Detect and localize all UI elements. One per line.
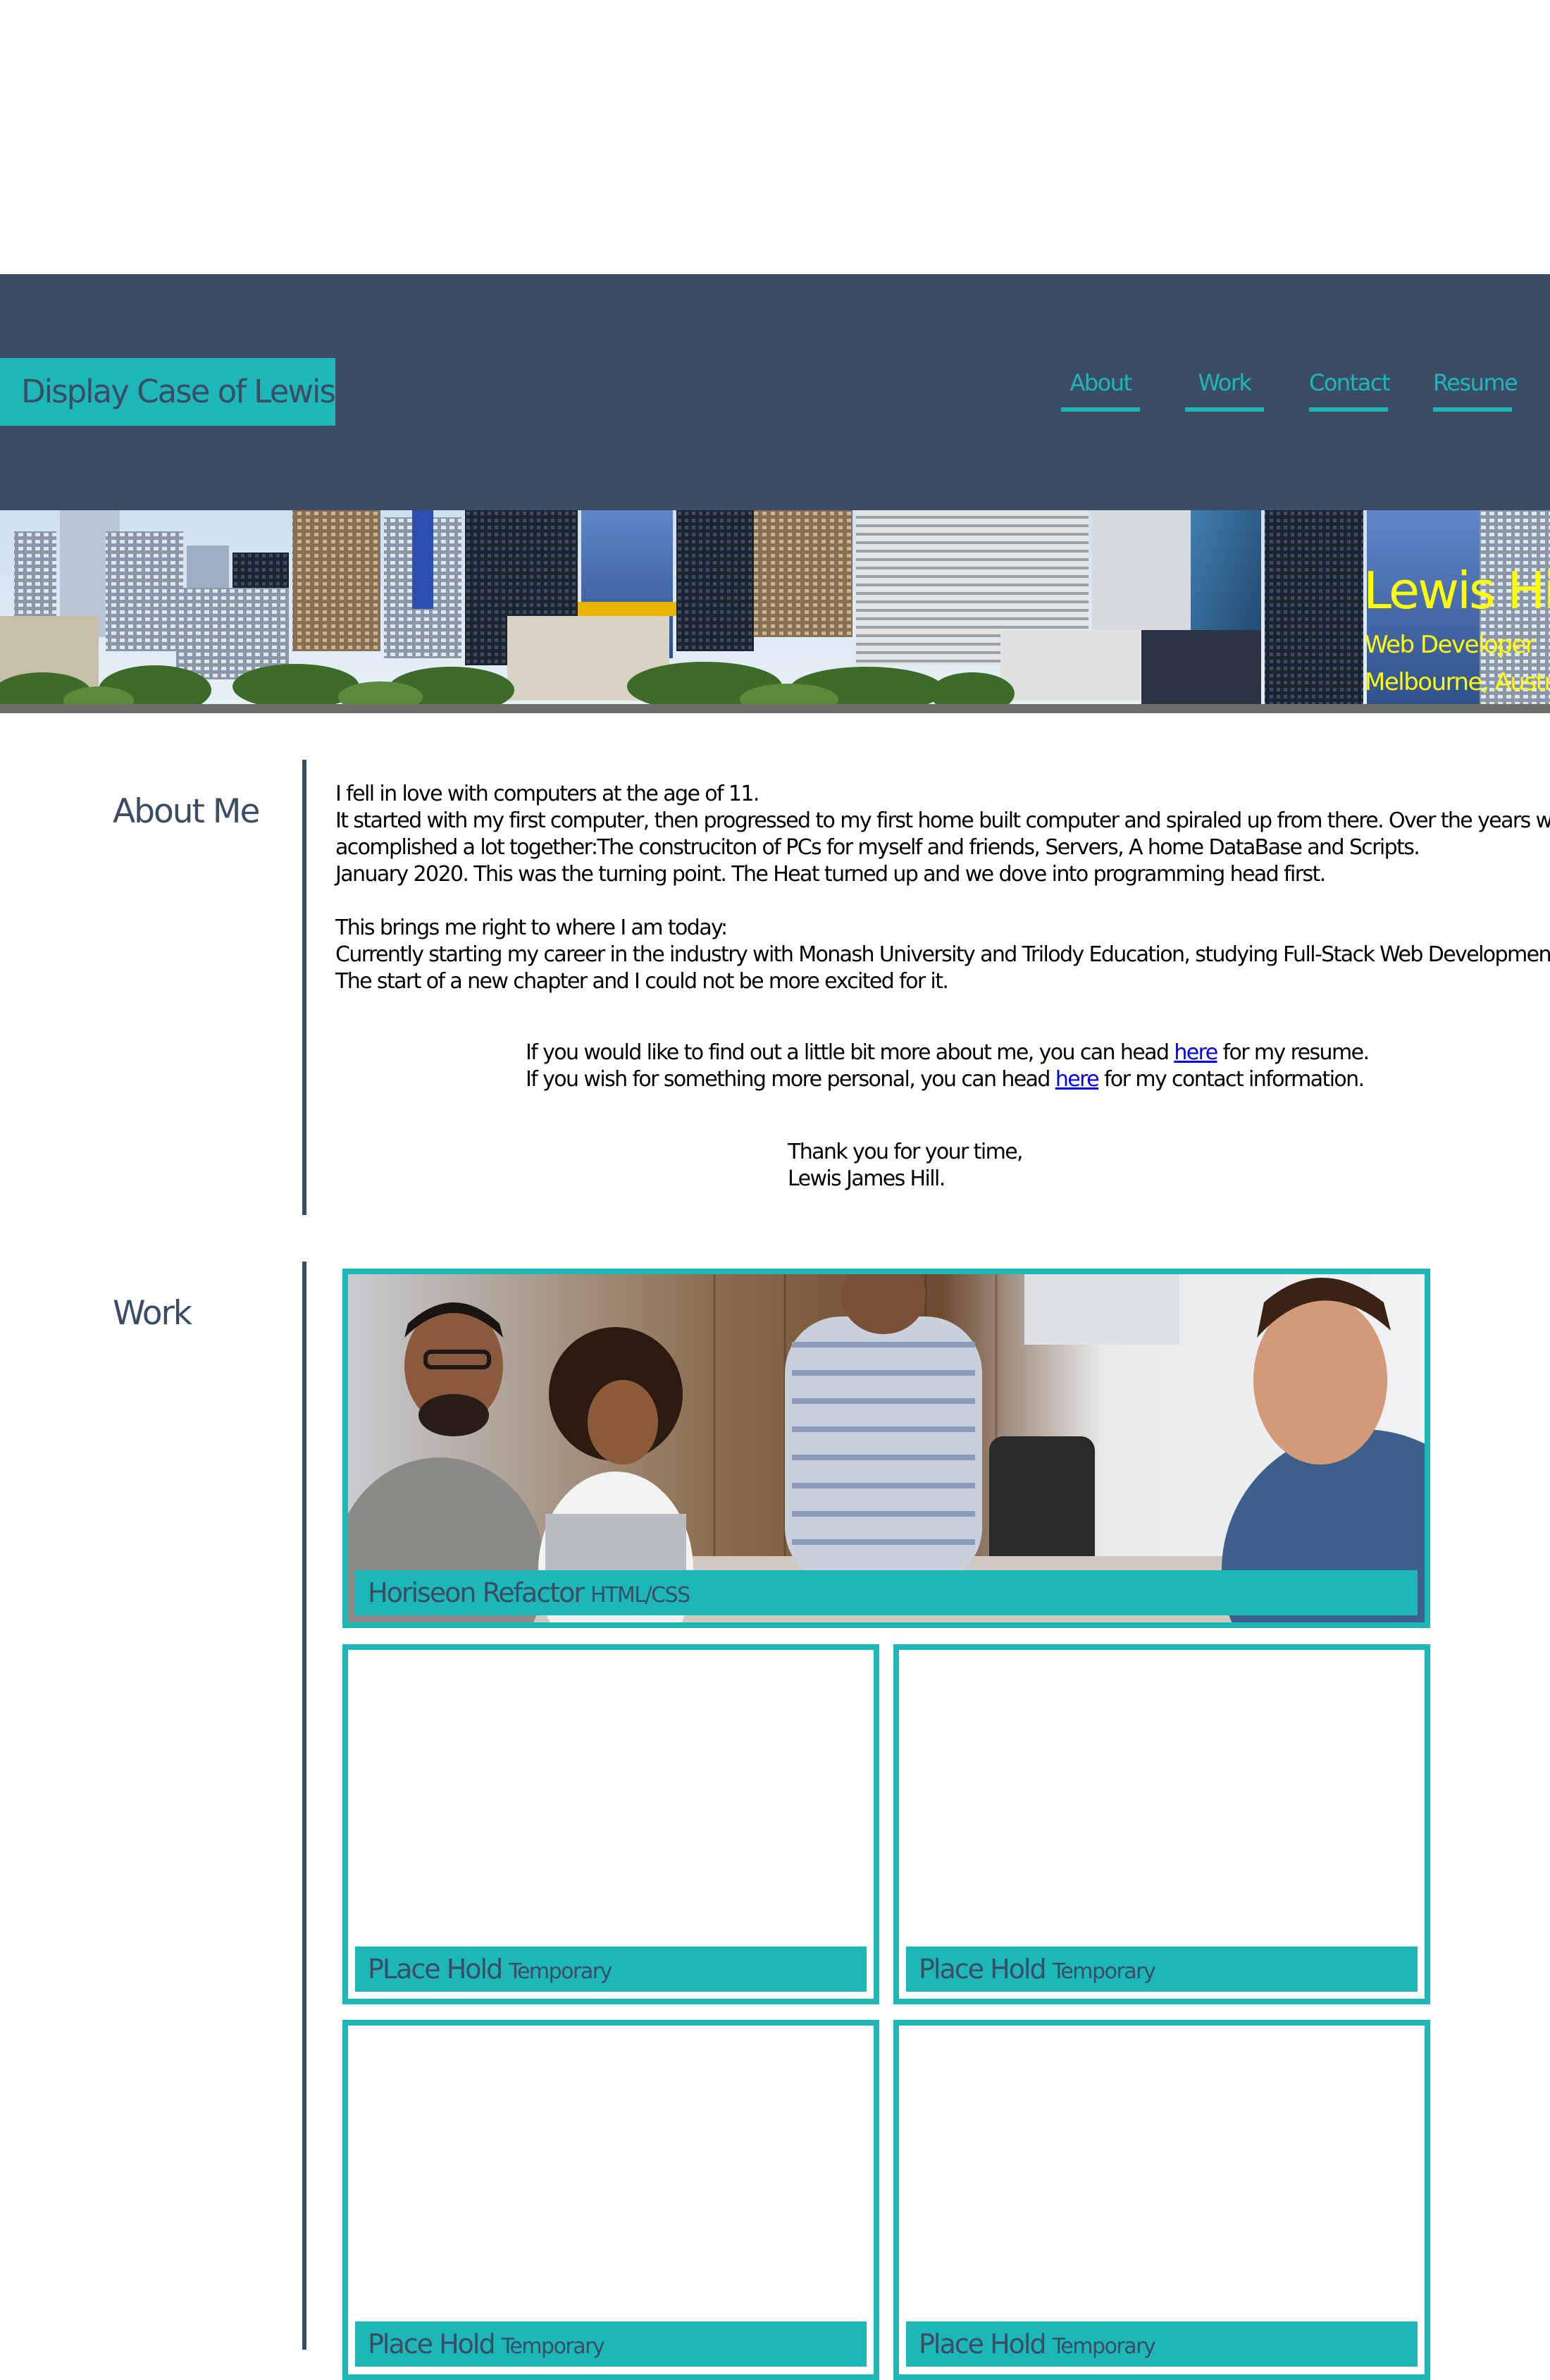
about-line: acomplished a lot together:The construci… xyxy=(335,835,1420,860)
project-card-placeholder[interactable]: Place Hold Temporary xyxy=(893,2020,1430,2380)
signoff-line-1: Thank you for your time, xyxy=(788,1140,1024,1164)
project-label: PLace Hold Temporary xyxy=(355,1947,867,1992)
project-tech: Temporary xyxy=(1052,1959,1156,1984)
signoff-line-2: Lewis James Hill. xyxy=(788,1166,946,1191)
work-heading: Work xyxy=(113,1294,192,1333)
project-title: Place Hold xyxy=(368,2329,496,2360)
contact-line: If you wish for something more personal,… xyxy=(526,1066,1368,1093)
project-title: PLace Hold xyxy=(368,1954,503,1985)
project-title: Place Hold xyxy=(919,1954,1047,1985)
nav-work[interactable]: Work xyxy=(1185,363,1264,412)
about-line: January 2020. This was the turning point… xyxy=(335,862,1326,887)
project-card-placeholder[interactable]: Place Hold Temporary xyxy=(893,1644,1430,2004)
contact-suffix: for my contact information. xyxy=(1098,1067,1365,1092)
project-card-placeholder[interactable]: Place Hold Temporary xyxy=(342,2020,879,2380)
resume-prefix: If you would like to find out a little b… xyxy=(526,1040,1174,1065)
about-text: I fell in love with computers at the age… xyxy=(335,781,1550,995)
hero-name: Lewis Hill xyxy=(1363,561,1550,620)
hero-banner xyxy=(0,510,1550,713)
about-line: This brings me right to where I am today… xyxy=(335,915,728,940)
project-tech: Temporary xyxy=(1052,2334,1156,2359)
project-title: Place Hold xyxy=(919,2329,1047,2360)
city-skyline-image xyxy=(0,510,1550,713)
about-line: I fell in love with computers at the age… xyxy=(335,782,760,806)
project-tech: Temporary xyxy=(501,2334,605,2359)
about-line: Currently starting my career in the indu… xyxy=(335,942,1550,967)
site-title[interactable]: Display Case of Lewis Hill xyxy=(0,358,390,426)
hero-role: Web Developer xyxy=(1365,631,1535,659)
work-divider xyxy=(302,1262,306,2350)
about-line: It started with my first computer, then … xyxy=(335,808,1550,833)
about-line: The start of a new chapter and I could n… xyxy=(335,969,949,994)
about-links: If you would like to find out a little b… xyxy=(526,1040,1370,1093)
signoff: Thank you for your time, Lewis James Hil… xyxy=(788,1139,1024,1192)
project-tech: Temporary xyxy=(509,1959,612,1984)
about-heading: About Me xyxy=(113,792,260,831)
contact-link[interactable]: here xyxy=(1055,1067,1100,1092)
about-divider xyxy=(302,760,306,1215)
hero-location: Melbourne, Australia xyxy=(1365,668,1550,696)
contact-prefix: If you wish for something more personal,… xyxy=(526,1067,1055,1092)
nav-about[interactable]: About xyxy=(1061,363,1140,412)
project-title: Horiseon Refactor xyxy=(368,1577,585,1608)
project-label: Place Hold Temporary xyxy=(906,2322,1418,2367)
project-label: Place Hold Temporary xyxy=(355,2322,867,2367)
resume-suffix: for my resume. xyxy=(1217,1040,1370,1065)
project-card-horiseon[interactable]: Horiseon Refactor HTML/CSS xyxy=(342,1269,1430,1628)
nav-resume[interactable]: Resume xyxy=(1433,363,1518,412)
project-card-placeholder[interactable]: PLace Hold Temporary xyxy=(342,1644,879,2004)
project-label: Place Hold Temporary xyxy=(906,1947,1418,1992)
nav-contact[interactable]: Contact xyxy=(1309,363,1391,412)
project-tech: HTML/CSS xyxy=(590,1583,690,1608)
resume-link[interactable]: here xyxy=(1174,1040,1218,1065)
project-label: Horiseon Refactor HTML/CSS xyxy=(355,1570,1418,1615)
resume-line: If you would like to find out a little b… xyxy=(526,1040,1370,1066)
